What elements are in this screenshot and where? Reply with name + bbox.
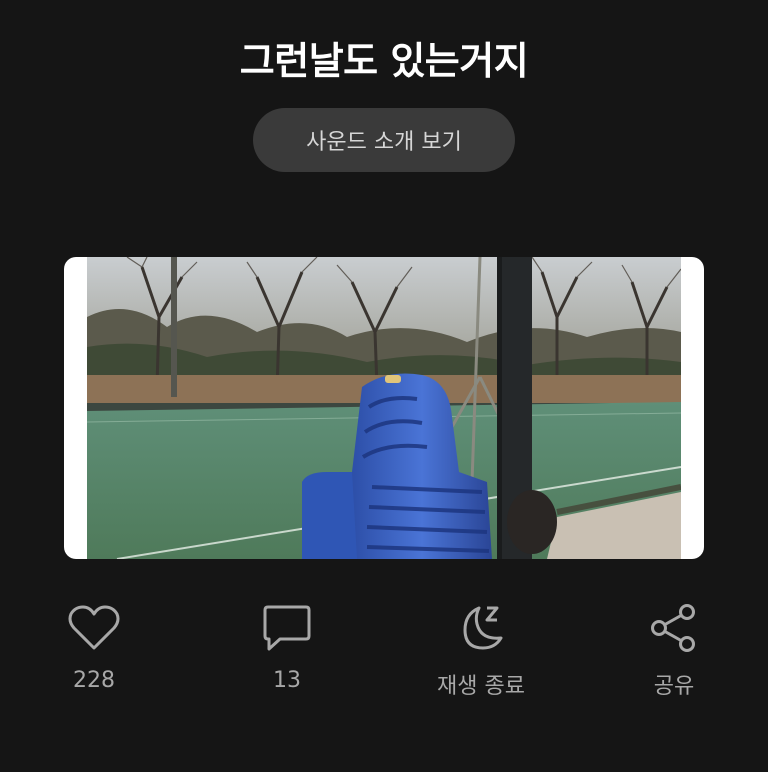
moon-sleep-icon (453, 600, 509, 656)
share-icon (646, 600, 702, 656)
heart-icon (66, 600, 122, 656)
comment-button[interactable]: 13 (217, 600, 357, 693)
photo-card[interactable] (64, 257, 704, 559)
share-label: 공유 (653, 674, 695, 699)
sound-intro-button[interactable]: 사운드 소개 보기 (253, 108, 515, 172)
sleep-timer-label: 재생 종료 (437, 674, 525, 699)
action-bar: 228 13 재생 종료 공유 (0, 600, 768, 710)
like-button[interactable]: 228 (24, 600, 164, 693)
park-photo (87, 257, 681, 559)
share-button[interactable]: 공유 (604, 600, 744, 700)
speech-bubble-icon (259, 600, 315, 656)
sound-intro-button-label: 사운드 소개 보기 (306, 130, 462, 155)
page-title: 그런날도 있는거지 (239, 39, 529, 83)
like-count: 228 (73, 668, 115, 693)
sleep-timer-button[interactable]: 재생 종료 (411, 600, 551, 700)
comment-count: 13 (273, 668, 301, 693)
